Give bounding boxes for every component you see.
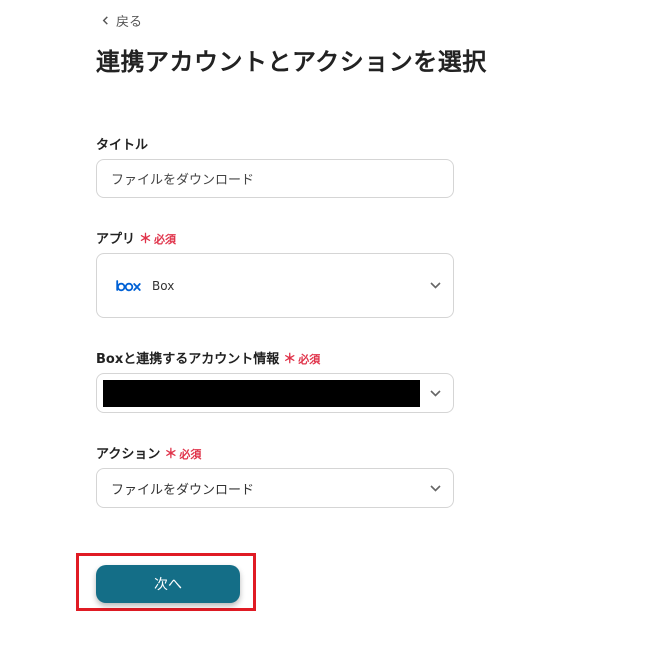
- required-mark: ＊: [164, 447, 178, 462]
- required-text: 必須: [298, 353, 321, 366]
- action-select-value: ファイルをダウンロード: [111, 482, 255, 498]
- chevron-left-icon: [102, 15, 108, 25]
- page-title: 連携アカウントとアクションを選択: [96, 48, 487, 76]
- title-field-label: タイトル: [96, 134, 148, 153]
- next-button[interactable]: 次へ: [96, 565, 240, 603]
- title-input[interactable]: ファイルをダウンロード: [96, 159, 454, 198]
- required-indicator: ＊必須: [139, 228, 176, 247]
- app-select-value: Box: [97, 279, 174, 293]
- chevron-down-icon: [429, 482, 441, 494]
- title-input-value: ファイルをダウンロード: [111, 173, 255, 188]
- chevron-down-icon: [429, 387, 441, 399]
- required-mark: ＊: [139, 232, 153, 247]
- app-field-label-text: アプリ: [96, 232, 136, 247]
- account-field-label-text: Boxと連携するアカウント情報: [96, 352, 280, 367]
- required-mark: ＊: [283, 352, 297, 367]
- title-field-label-text: タイトル: [96, 138, 149, 153]
- back-link[interactable]: 戻る: [101, 11, 143, 30]
- required-indicator: ＊必須: [283, 348, 320, 367]
- account-field-label: Boxと連携するアカウント情報 ＊必須: [96, 348, 320, 367]
- box-logo-icon: [116, 279, 142, 293]
- app-select[interactable]: Box: [96, 253, 454, 318]
- app-select-label: Box: [152, 278, 175, 293]
- action-field-label-text: アクション: [96, 447, 161, 462]
- account-select[interactable]: [96, 373, 454, 413]
- required-indicator: ＊必須: [164, 443, 201, 462]
- redacted-account-value: [103, 380, 420, 407]
- back-link-label: 戻る: [116, 14, 143, 30]
- required-text: 必須: [179, 448, 202, 461]
- action-field-label: アクション ＊必須: [96, 443, 201, 462]
- chevron-down-icon: [429, 280, 441, 292]
- action-select[interactable]: ファイルをダウンロード: [96, 468, 454, 508]
- app-field-label: アプリ ＊必須: [96, 228, 176, 247]
- required-text: 必須: [154, 233, 177, 246]
